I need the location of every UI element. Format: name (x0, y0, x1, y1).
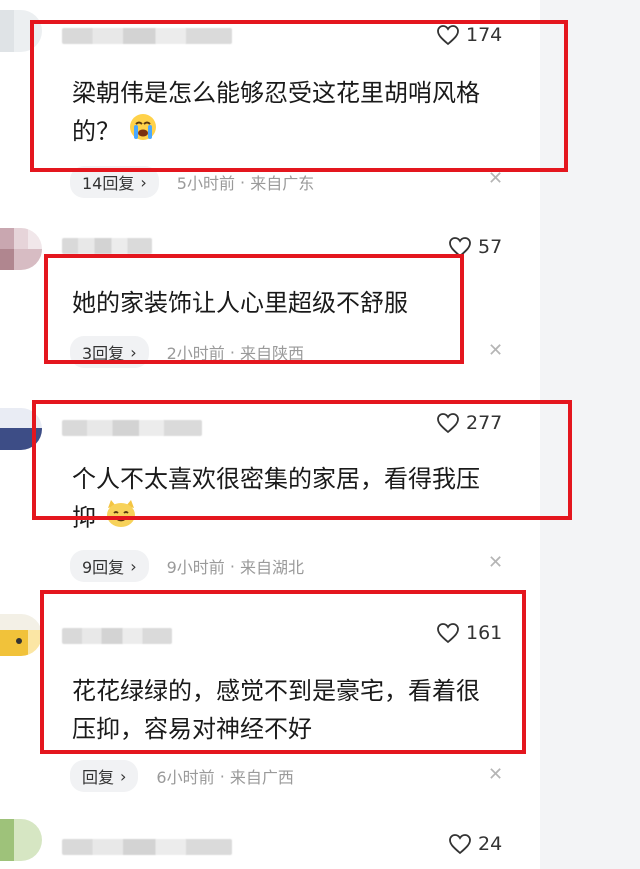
timestamp: 9小时前 (166, 558, 225, 577)
comment-meta: 回复 › 6小时前 · 来自广西 (70, 760, 294, 792)
like-button[interactable]: 24 (448, 833, 502, 855)
timestamp: 6小时前 (156, 768, 215, 787)
replies-label: 14回复 (82, 174, 135, 193)
comment-4: 161 花花绿绿的，感觉不到是豪宅，看着很 压抑，容易对神经不好 回复 › 6小时… (0, 590, 540, 805)
like-count: 24 (478, 833, 503, 855)
location: 来自广东 (250, 174, 315, 193)
username-blurred[interactable] (62, 238, 152, 254)
replies-button[interactable]: 9回复 › (70, 550, 149, 582)
highlight-box (32, 400, 572, 520)
comment-3: 277 个人不太喜欢很密集的家居，看得我压 抑 9回复 › 9小时前 · 来自湖北… (0, 380, 572, 590)
like-count: 57 (478, 236, 503, 258)
username-blurred[interactable] (62, 839, 232, 855)
avatar[interactable] (0, 819, 42, 861)
heart-icon (449, 834, 471, 855)
meta-separator: · (224, 556, 241, 576)
chevron-right-icon: › (140, 172, 147, 192)
location: 来自广西 (229, 768, 294, 787)
chevron-right-icon: › (120, 766, 127, 786)
comment-2: 57 她的家装饰让人心里超级不舒服 3回复 › 2小时前 · 来自陕西 ✕ (0, 200, 540, 380)
replies-button[interactable]: 回复 › (70, 760, 139, 792)
avatar[interactable] (0, 614, 42, 656)
close-icon[interactable]: ✕ (488, 764, 503, 785)
comment-1: 174 梁朝伟是怎么能够忍受这花里胡哨风格 的？ 14回复 › 5小时前 · 来自… (0, 0, 568, 200)
timestamp: 5小时前 (176, 174, 235, 193)
highlight-box (40, 590, 526, 754)
comment-meta: 9回复 › 9小时前 · 来自湖北 (70, 550, 304, 582)
close-icon[interactable]: ✕ (488, 340, 503, 361)
replies-label: 9回复 (82, 558, 125, 577)
replies-label: 回复 (82, 768, 115, 787)
avatar[interactable] (0, 228, 42, 270)
close-icon[interactable]: ✕ (488, 552, 503, 573)
location: 来自湖北 (240, 558, 305, 577)
meta-separator: · (234, 172, 251, 192)
chevron-right-icon: › (130, 556, 137, 576)
comment-5: 24 (0, 805, 540, 869)
highlight-box (44, 254, 464, 364)
meta-separator: · (214, 766, 230, 786)
highlight-box (30, 20, 568, 172)
